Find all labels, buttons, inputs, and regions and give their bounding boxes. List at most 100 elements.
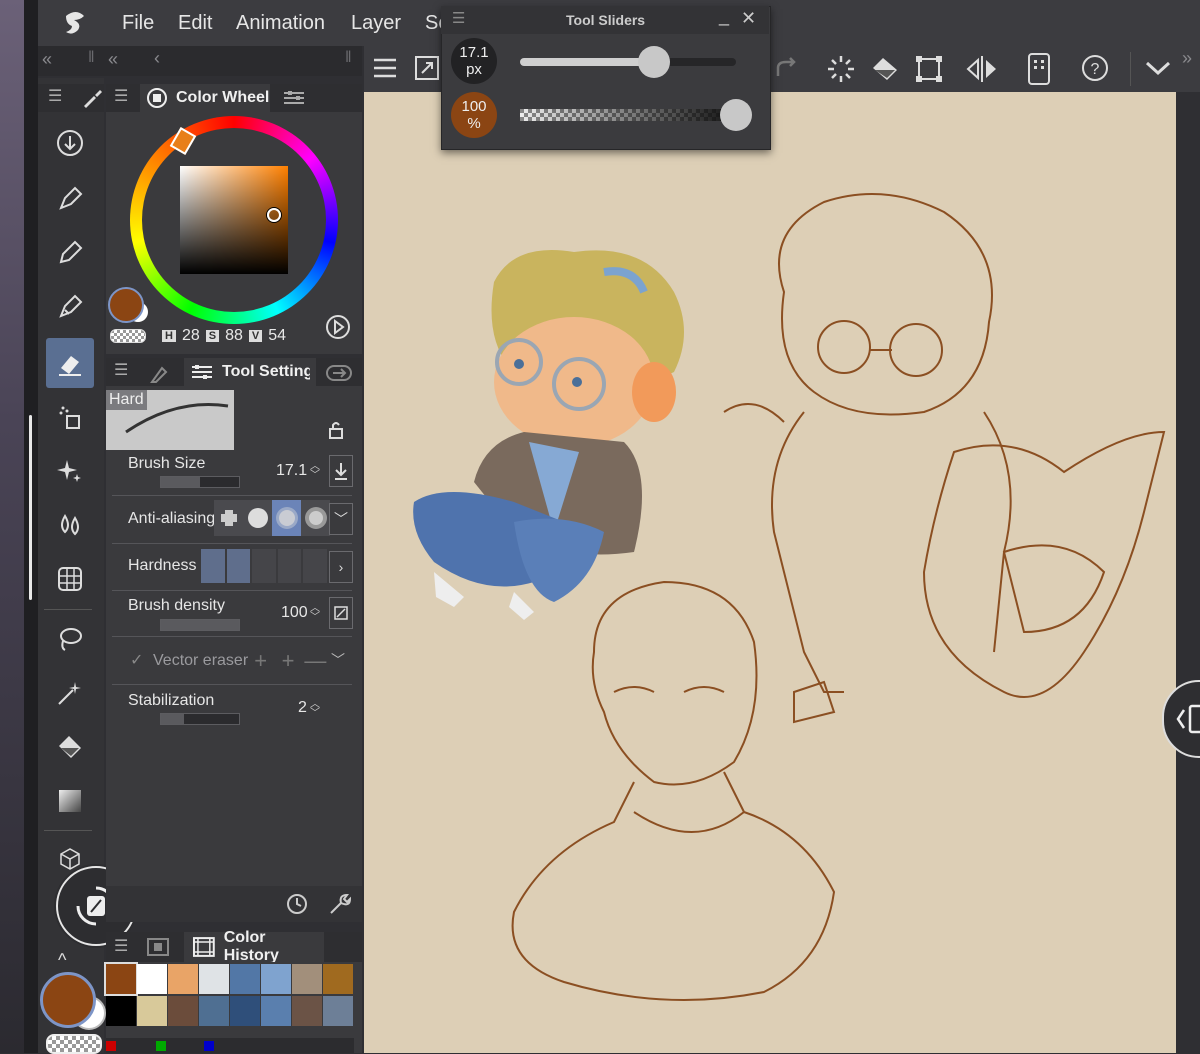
hardness-step-5[interactable] — [303, 549, 327, 583]
tool-mesh[interactable] — [46, 556, 94, 602]
color-history-swatch[interactable] — [199, 996, 229, 1026]
menu-icon[interactable]: ☰ — [114, 86, 128, 106]
size-slider-knob[interactable] — [637, 46, 670, 78]
hardness-expand-button[interactable]: › — [329, 551, 353, 583]
vector-mode-intersection[interactable]: + — [275, 648, 300, 674]
wrench-icon[interactable] — [327, 891, 353, 917]
transform-icon[interactable] — [914, 54, 944, 84]
color-history-swatch[interactable] — [137, 996, 167, 1026]
fill-icon[interactable] — [870, 54, 900, 84]
tool-airbrush[interactable] — [46, 394, 94, 440]
menu-icon[interactable]: ☰ — [452, 9, 465, 27]
loading-spinner-icon[interactable] — [826, 54, 856, 84]
tab-color-slider[interactable] — [272, 84, 316, 112]
tool-auto-select[interactable] — [46, 670, 94, 716]
menu-animation[interactable]: Animation — [236, 12, 325, 35]
chevron-up-icon[interactable]: ^ — [58, 950, 66, 971]
main-color-swatch[interactable] — [40, 972, 96, 1028]
tool-pencil[interactable] — [46, 230, 94, 276]
minimize-icon[interactable]: _ — [719, 6, 729, 27]
hardness-selector[interactable] — [201, 549, 327, 583]
fullscreen-icon[interactable] — [414, 55, 440, 81]
color-set-tab-icon[interactable] — [146, 937, 170, 957]
color-history-swatch[interactable] — [106, 996, 136, 1026]
chevron-down-icon[interactable] — [1144, 58, 1172, 78]
brush-size-slider[interactable] — [160, 476, 240, 488]
close-icon[interactable]: ✕ — [741, 8, 756, 29]
brush-size-spinner[interactable]: ︿ ﹀ — [310, 462, 320, 481]
size-slider[interactable] — [520, 46, 736, 78]
tool-download[interactable] — [46, 120, 94, 166]
collapse-left-icon[interactable]: « — [108, 49, 118, 70]
aa-none-option[interactable] — [214, 500, 243, 536]
vector-mode-touched[interactable]: + — [248, 648, 273, 674]
opacity-slider-knob[interactable] — [720, 99, 752, 131]
sub-tool-tab-icon[interactable] — [148, 362, 172, 384]
main-color-indicator[interactable] — [108, 287, 144, 323]
color-history-swatch[interactable] — [137, 964, 167, 994]
menu-icon[interactable]: ☰ — [114, 360, 128, 380]
hardness-step-4[interactable] — [277, 549, 302, 583]
brush-density-pressure-button[interactable] — [329, 597, 353, 629]
menu-edit[interactable]: Edit — [178, 12, 212, 35]
anti-aliasing-selector[interactable] — [214, 500, 330, 536]
color-history-scrollbar[interactable] — [106, 1038, 354, 1053]
color-history-swatch[interactable] — [323, 996, 353, 1026]
stabilization-value[interactable]: 2 — [298, 699, 307, 717]
menu-icon[interactable]: ☰ — [114, 936, 128, 956]
scroll-indicator[interactable] — [29, 415, 32, 600]
stabilization-slider[interactable] — [160, 713, 240, 725]
brush-tab-icon[interactable] — [80, 86, 104, 110]
help-icon[interactable]: ? — [1080, 52, 1112, 84]
menu-layer[interactable]: Layer — [351, 12, 401, 35]
color-history-swatch[interactable] — [230, 996, 260, 1026]
redo-icon[interactable] — [772, 54, 800, 82]
color-mode-icon[interactable] — [325, 314, 351, 340]
tab-tool-setting[interactable]: Tool Setting — [184, 358, 316, 386]
chevron-down-icon[interactable]: ﹀ — [331, 650, 345, 670]
color-history-swatch[interactable] — [230, 964, 260, 994]
opacity-slider[interactable] — [520, 99, 752, 131]
brush-size-preset-button[interactable] — [329, 455, 353, 487]
app-logo-icon[interactable] — [60, 8, 92, 40]
device-icon[interactable] — [1026, 52, 1052, 86]
tab-color-wheel[interactable]: Color Wheel — [140, 84, 270, 112]
menu-icon[interactable]: ☰ — [48, 86, 62, 106]
expand-tab-icon[interactable] — [325, 362, 353, 384]
hardness-step-1[interactable] — [201, 549, 225, 583]
color-history-swatch[interactable] — [168, 964, 198, 994]
color-history-swatch[interactable] — [292, 996, 322, 1026]
color-history-swatch[interactable] — [323, 964, 353, 994]
vector-eraser-checkbox[interactable]: ✓ — [130, 650, 143, 670]
lock-icon[interactable] — [326, 420, 346, 440]
color-history-swatch[interactable] — [292, 964, 322, 994]
tool-blend[interactable] — [46, 502, 94, 548]
tool-gradient[interactable] — [46, 778, 94, 824]
collapse-left-icon[interactable]: « — [42, 49, 52, 70]
color-history-swatch[interactable] — [261, 996, 291, 1026]
brush-density-value[interactable]: 100 — [281, 604, 308, 622]
color-history-swatch[interactable] — [104, 962, 138, 996]
vector-eraser-mode-selector[interactable]: + + — — [248, 648, 328, 674]
anti-aliasing-expand-button[interactable]: ﹀ — [329, 503, 353, 535]
grip-icon[interactable]: ‖ — [345, 49, 352, 67]
tab-color-history[interactable]: Color History — [184, 929, 324, 964]
sv-marker[interactable] — [267, 208, 281, 222]
aa-weak-option[interactable] — [243, 500, 272, 536]
brush-density-spinner[interactable]: ︿ ﹀ — [310, 604, 320, 623]
tool-brush[interactable] — [46, 284, 94, 330]
tool-decoration[interactable] — [46, 448, 94, 494]
brush-size-value[interactable]: 17.1 — [276, 462, 307, 480]
hardness-step-3[interactable] — [252, 549, 276, 583]
reset-icon[interactable] — [285, 892, 309, 916]
stabilization-spinner[interactable]: ︿ ﹀ — [310, 700, 320, 719]
tool-lasso[interactable] — [46, 616, 94, 662]
aa-medium-option[interactable] — [272, 500, 301, 536]
transparent-color-swatch[interactable] — [46, 1034, 102, 1054]
vector-mode-whole[interactable]: — — [303, 648, 328, 674]
color-history-swatch[interactable] — [199, 964, 229, 994]
menu-file[interactable]: File — [122, 12, 154, 35]
color-history-swatch[interactable] — [261, 964, 291, 994]
hardness-step-2[interactable] — [226, 549, 251, 583]
color-history-swatch[interactable] — [168, 996, 198, 1026]
